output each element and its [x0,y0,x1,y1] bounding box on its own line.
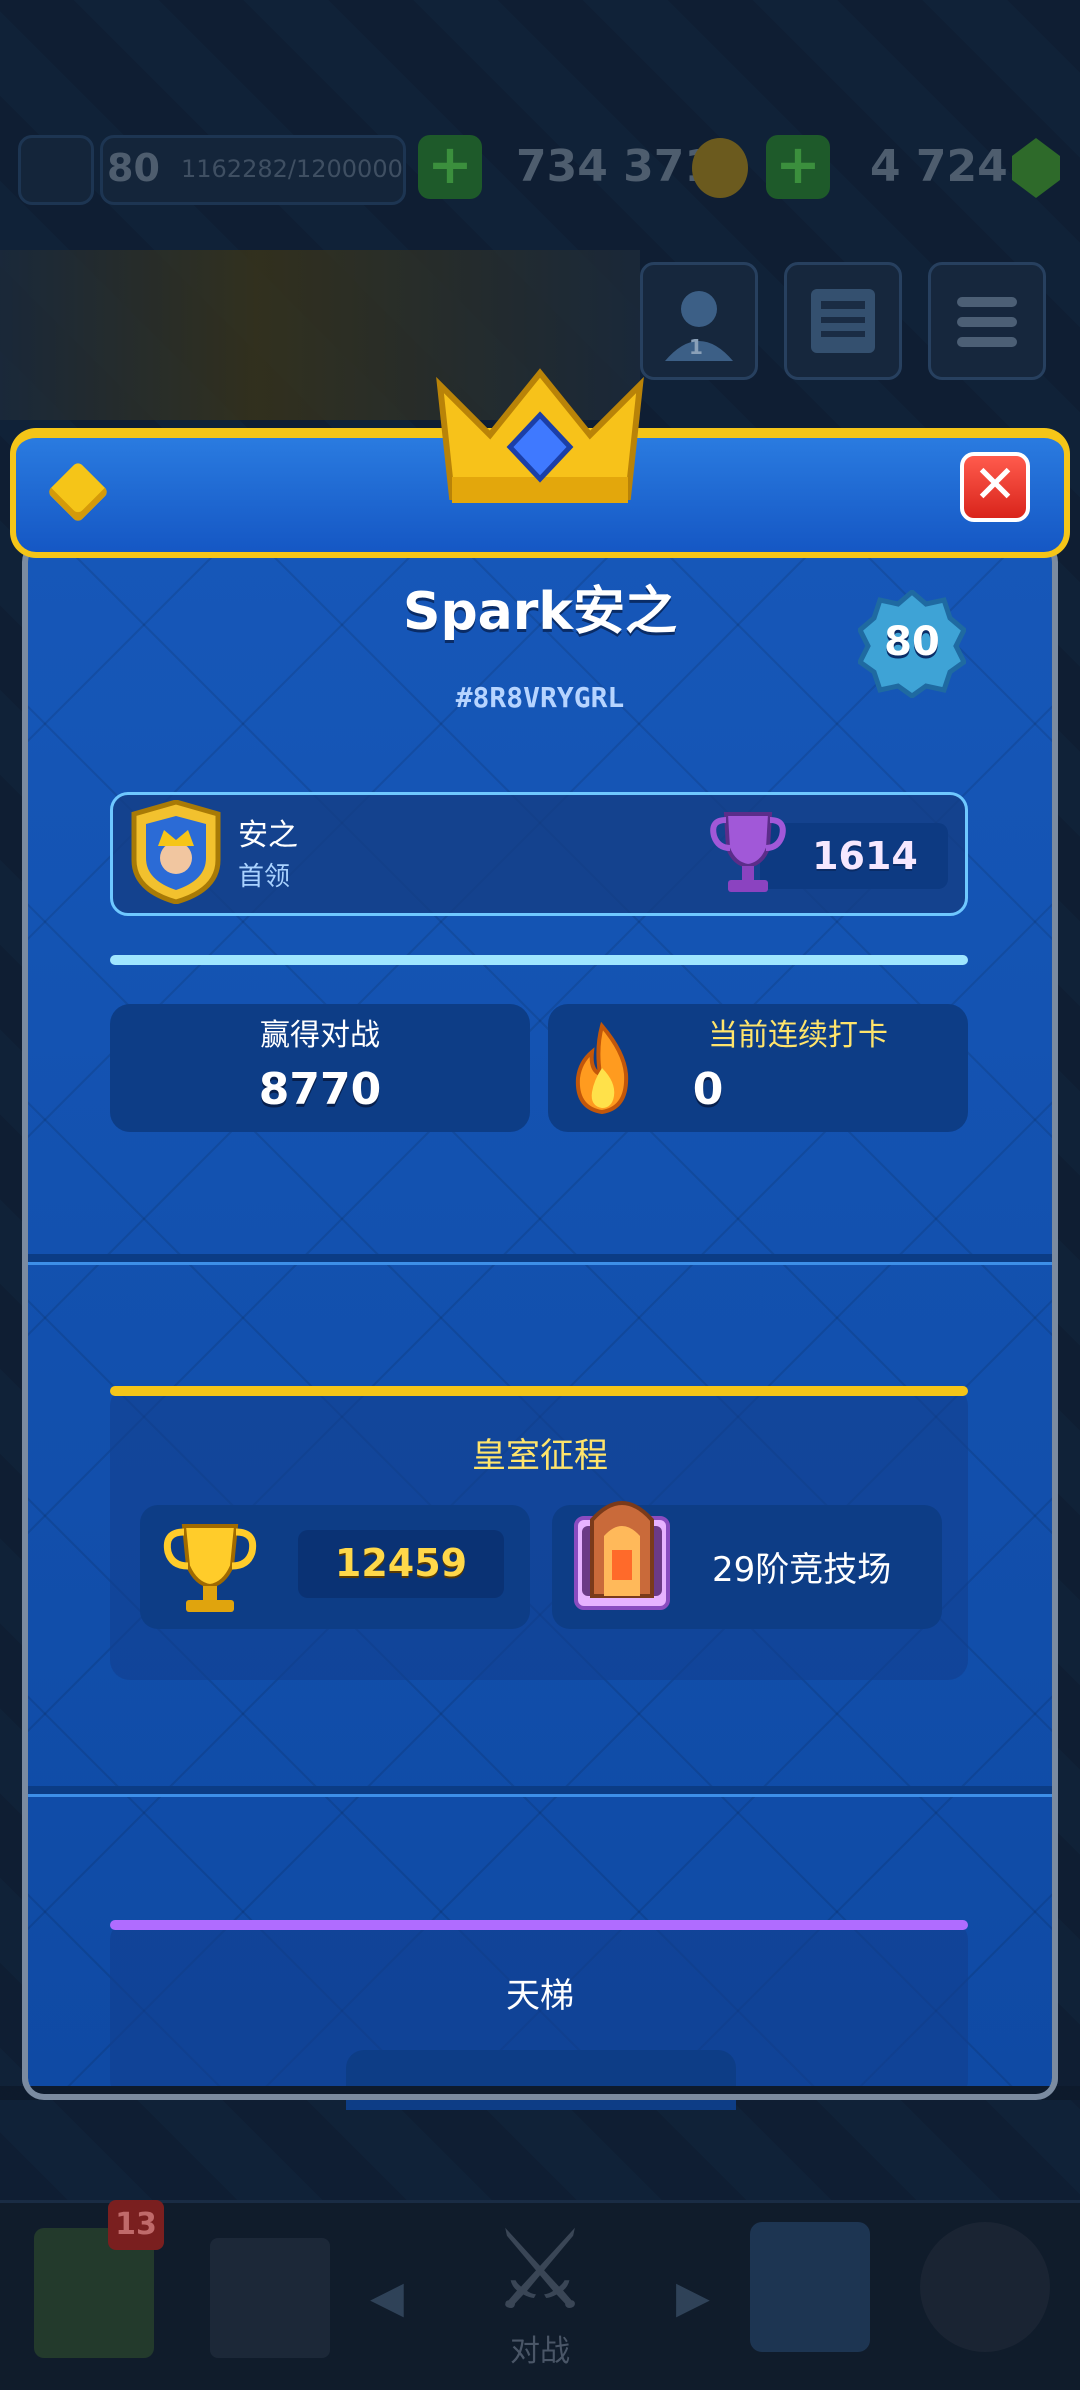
royal-road-bar [110,1386,968,1396]
close-button[interactable]: ✕ [960,452,1030,522]
menu-button[interactable] [928,262,1046,380]
nav-clan-button[interactable] [750,2222,870,2352]
streak-value: 0 [692,1064,724,1115]
flame-icon [575,1022,629,1115]
gold-amount: 734 371 [516,141,716,192]
clan-role: 首领 [238,862,291,892]
gold-trophy-icon [163,1524,257,1612]
ladder-title: 天梯 [506,1976,574,2016]
friends-button[interactable]: 1 [640,262,758,380]
news-icon [811,289,875,353]
profile-modal [22,540,1058,2100]
section-divider-line [110,955,968,965]
clan-badge-icon [131,800,221,904]
wins-label: 赢得对战 [260,1018,380,1053]
gem-amount: 4 724 [870,141,1008,192]
crown-icon [436,368,644,503]
news-button[interactable] [784,262,902,380]
modal-frame-bottom [22,2074,1058,2100]
menu-icon [957,297,1017,347]
xp-bar: 80 1162282/1200000 [100,135,406,205]
nav-events-button[interactable] [920,2222,1050,2352]
nav-shop-badge: 13 [108,2200,164,2250]
xp-text: 1162282/1200000 [181,155,403,183]
xp-level: 80 [107,146,160,190]
royal-road-title: 皇室征程 [472,1436,608,1476]
clan-name: 安之 [238,818,298,853]
gold-coin-icon [692,138,748,198]
trophy-icon [710,812,786,892]
nav-left-arrow-icon[interactable]: ◀ [370,2268,404,2328]
add-gems-button[interactable]: + [766,135,830,199]
streak-label: 当前连续打卡 [708,1018,888,1053]
streak-card: 当前连续打卡 0 [548,1004,968,1132]
nav-cards-button[interactable] [210,2238,330,2358]
wins-card: 赢得对战 8770 [110,1004,530,1132]
xp-icon [18,135,94,205]
nav-battle-label: 对战 [510,2334,570,2369]
divider [28,1254,1052,1262]
add-gold-button[interactable]: + [418,135,482,199]
arena-icon [574,1501,670,1610]
divider [28,1786,1052,1794]
nav-battle-swords-icon[interactable]: ⚔ [470,2200,610,2340]
wins-value: 8770 [258,1064,382,1115]
ladder-bar [110,1920,968,1930]
royal-road-trophies: 12459 [334,1541,468,1585]
nav-right-arrow-icon[interactable]: ▶ [676,2268,710,2328]
arena-name: 29阶竞技场 [712,1550,892,1590]
friends-icon [665,291,733,361]
player-level: 80 [884,619,940,665]
trophy-count: 1614 [812,834,918,878]
friends-count: 1 [689,335,703,359]
close-icon: ✕ [973,455,1017,515]
